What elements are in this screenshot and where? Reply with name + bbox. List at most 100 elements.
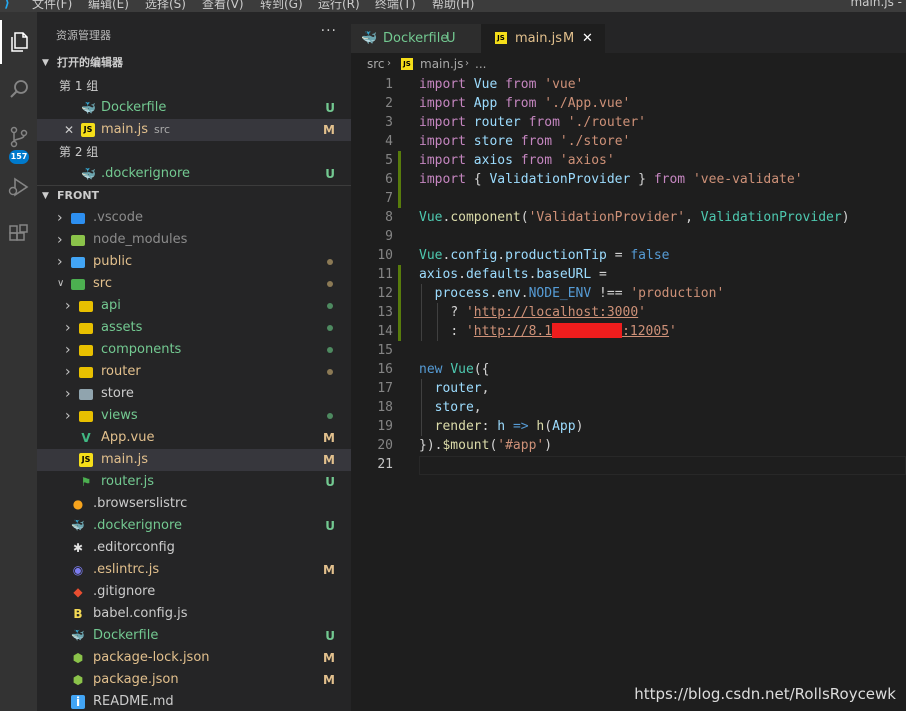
folder-icon xyxy=(79,389,93,400)
tree-item-api[interactable]: › api xyxy=(37,295,351,317)
file-name: package.json xyxy=(93,672,179,687)
line-number: 19 xyxy=(377,419,393,434)
router-file-icon: ⚑ xyxy=(80,475,92,489)
code-line-2: import App from './App.vue' xyxy=(419,96,631,111)
open-editor-dockerfile[interactable]: 🐳 Dockerfile U xyxy=(37,97,351,119)
tree-item-babel-config-js[interactable]: Bbabel.config.js xyxy=(37,603,351,625)
git-status-dot-icon xyxy=(327,413,333,419)
open-editor-dockerignore[interactable]: 🐳 .dockerignore U xyxy=(37,163,351,185)
tree-item-browserslistrc[interactable]: ● .browserslistrc xyxy=(37,493,351,515)
tree-item-app-vue[interactable]: V App.vue M xyxy=(37,427,351,449)
code-line-16: new Vue({ xyxy=(419,362,490,377)
line-number: 16 xyxy=(377,362,393,377)
code-line-13: ? 'http://localhost:3000' xyxy=(450,305,646,320)
chevron-down-icon: ▼ xyxy=(42,191,49,201)
git-status-dot-icon xyxy=(327,369,333,375)
menu-terminal[interactable]: 终端(T) xyxy=(375,0,416,12)
git-icon: ◆ xyxy=(73,585,83,599)
file-name: .dockerignore xyxy=(101,166,191,181)
line-number: 18 xyxy=(377,400,393,415)
search-icon[interactable] xyxy=(0,67,37,111)
tree-item-router-js[interactable]: ⚑ router.js U xyxy=(37,471,351,493)
editor-group-1-label: 第 1 组 xyxy=(59,79,99,93)
tree-item-node-modules[interactable]: › node_modules xyxy=(37,229,351,251)
code-editor[interactable]: 1 2 3 4 5 6 7 8 9 10 11 12 13 14 15 16 17 18 19 20 21 import… xyxy=(351,75,906,711)
chevron-right-icon[interactable]: › xyxy=(65,339,71,361)
tree-item-gitignore[interactable]: ◆ .gitignore xyxy=(37,581,351,603)
tree-item-dockerfile[interactable]: 🐳 Dockerfile U xyxy=(37,625,351,647)
breadcrumb-more[interactable]: ... xyxy=(475,53,486,75)
tree-item-store[interactable]: › store xyxy=(37,383,351,405)
redacted-ip-block xyxy=(552,323,623,338)
line-number: 17 xyxy=(377,381,393,396)
code-line-14: : 'http://8.1:12005' xyxy=(450,323,677,339)
code-line-12: process.env.NODE_ENV !== 'production' xyxy=(434,286,725,301)
tree-item-package-lock-json[interactable]: ⬢ package-lock.json M xyxy=(37,647,351,669)
menu-view[interactable]: 查看(V) xyxy=(202,0,244,12)
extensions-icon[interactable] xyxy=(0,212,37,256)
chevron-down-icon[interactable]: ∨ xyxy=(57,273,64,295)
code-line-4: import store from './store' xyxy=(419,134,631,149)
git-status-dot-icon xyxy=(327,325,333,331)
tree-item-src[interactable]: ∨ src xyxy=(37,273,351,295)
project-label: FRONT xyxy=(57,189,100,202)
tree-item-package-json[interactable]: ⬢ package.json M xyxy=(37,669,351,691)
tree-item-router[interactable]: › router xyxy=(37,361,351,383)
chevron-right-icon[interactable]: › xyxy=(65,317,71,339)
line-number: 10 xyxy=(377,248,393,263)
file-name: public xyxy=(93,254,133,269)
chevron-right-icon[interactable]: › xyxy=(65,295,71,317)
chevron-right-icon[interactable]: › xyxy=(65,405,71,427)
more-actions-icon[interactable]: ··· xyxy=(321,23,337,39)
tree-item-eslintrc-js[interactable]: ◉ .eslintrc.js M xyxy=(37,559,351,581)
menu-edit[interactable]: 编辑(E) xyxy=(88,0,129,12)
chevron-right-icon[interactable]: › xyxy=(57,229,63,251)
menu-go[interactable]: 转到(G) xyxy=(260,0,303,12)
git-status: M xyxy=(323,651,335,665)
folder-icon xyxy=(71,235,85,246)
docker-icon: 🐳 xyxy=(361,31,378,46)
git-status: U xyxy=(325,167,335,181)
menu-file[interactable]: 文件(F) xyxy=(32,0,72,12)
tab-main-js[interactable]: JS main.js M ✕ xyxy=(481,24,605,53)
tree-item-editorconfig[interactable]: ✱ .editorconfig xyxy=(37,537,351,559)
tree-item-components[interactable]: › components xyxy=(37,339,351,361)
menu-run[interactable]: 运行(R) xyxy=(318,0,360,12)
tab-status: U xyxy=(446,31,456,46)
code-line-5: import axios from 'axios' xyxy=(419,153,615,168)
tab-label: main.js xyxy=(515,31,562,46)
tree-item-main-js[interactable]: JS main.js M xyxy=(37,449,351,471)
open-editors-header[interactable]: ▼ 打开的编辑器 xyxy=(37,52,351,74)
tree-item-vscode[interactable]: › .vscode xyxy=(37,207,351,229)
tree-item-assets[interactable]: › assets xyxy=(37,317,351,339)
file-name: .dockerignore xyxy=(93,518,183,533)
line-number: 5 xyxy=(385,153,393,168)
file-name: Dockerfile xyxy=(101,100,167,115)
tab-dockerfile[interactable]: 🐳 Dockerfile U xyxy=(351,24,481,53)
project-header[interactable]: ▼ FRONT xyxy=(37,185,351,207)
folder-icon xyxy=(71,257,85,268)
menu-selection[interactable]: 选择(S) xyxy=(145,0,186,12)
chevron-right-icon[interactable]: › xyxy=(57,251,63,273)
close-icon[interactable]: ✕ xyxy=(582,24,593,53)
tree-item-readme-md[interactable]: i README.md xyxy=(37,691,351,711)
chevron-right-icon[interactable]: › xyxy=(65,361,71,383)
tree-item-public[interactable]: › public xyxy=(37,251,351,273)
tree-item-views[interactable]: › views xyxy=(37,405,351,427)
window-title: main.js - xyxy=(850,0,902,9)
code-line-6: import { ValidationProvider } from 'vee-… xyxy=(419,172,803,187)
breadcrumb-file[interactable]: main.js xyxy=(420,53,463,75)
file-name: router xyxy=(101,364,141,379)
nodejs-icon: ⬢ xyxy=(72,651,84,665)
run-debug-icon[interactable] xyxy=(0,165,37,209)
tree-item-dockerignore[interactable]: 🐳 .dockerignore U xyxy=(37,515,351,537)
explorer-icon[interactable] xyxy=(0,20,37,64)
folder-icon xyxy=(71,279,85,290)
open-editor-main-js[interactable]: ✕ JS main.js src M xyxy=(37,119,351,141)
chevron-right-icon[interactable]: › xyxy=(65,383,71,405)
close-icon[interactable]: ✕ xyxy=(64,119,74,141)
menu-help[interactable]: 帮助(H) xyxy=(432,0,474,12)
chevron-right-icon[interactable]: › xyxy=(57,207,63,229)
folder-icon xyxy=(79,323,93,334)
breadcrumb-folder[interactable]: src xyxy=(367,53,385,75)
